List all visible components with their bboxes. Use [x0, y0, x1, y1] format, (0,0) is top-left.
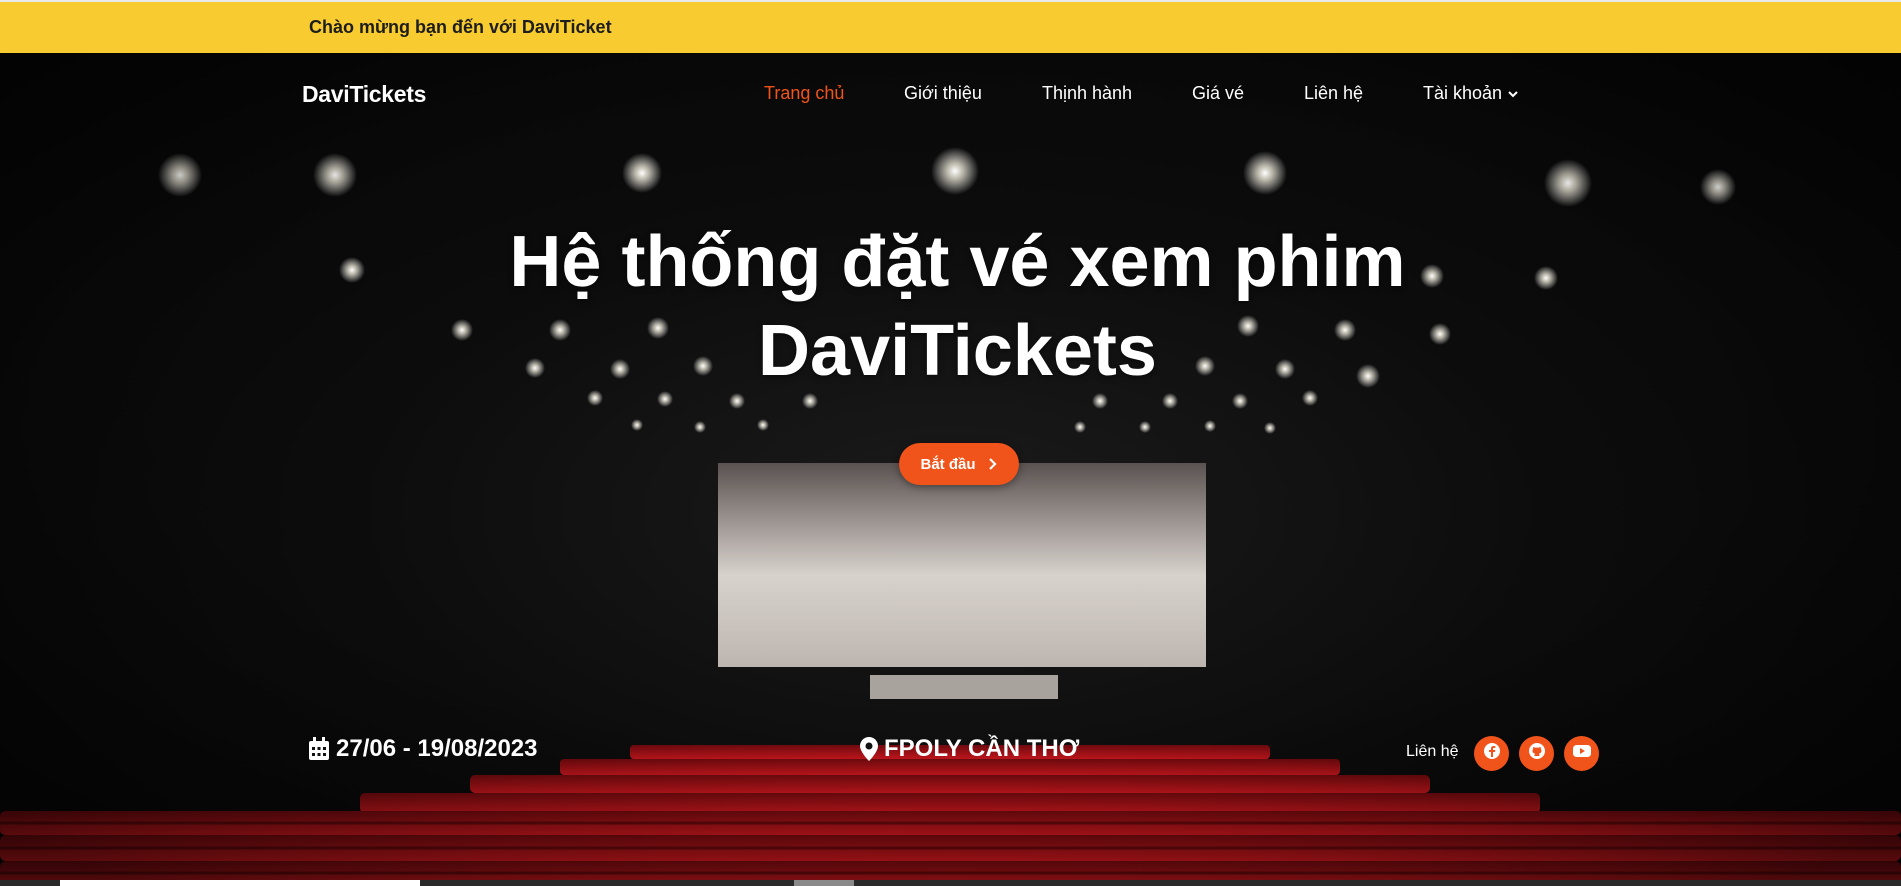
nav-about[interactable]: Giới thiệu: [904, 83, 982, 104]
map-pin-icon: [860, 737, 878, 761]
nav-contact[interactable]: Liên hệ: [1304, 83, 1363, 104]
hero-title-line2: DaviTickets: [758, 311, 1157, 391]
youtube-button[interactable]: [1564, 736, 1599, 771]
welcome-text: Chào mừng bạn đến với DaviTicket: [309, 17, 612, 37]
scrollbar-thumb[interactable]: [60, 880, 420, 886]
main-navbar: DaviTickets Trang chủ Giới thiệu Thịnh h…: [0, 53, 1901, 133]
event-date-text: 27/06 - 19/08/2023: [336, 735, 538, 762]
social-contact-label: Liên hệ: [1406, 743, 1459, 760]
chevron-down-icon: [1507, 84, 1519, 105]
event-date: 27/06 - 19/08/2023: [308, 735, 538, 763]
scrollbar-marker: [794, 880, 854, 886]
calendar-icon: [308, 737, 330, 761]
youtube-icon: [1572, 743, 1592, 764]
facebook-icon: [1483, 742, 1501, 765]
start-button[interactable]: Bắt đầu: [899, 443, 1019, 485]
nav-trending[interactable]: Thịnh hành: [1042, 83, 1132, 104]
event-location: FPOLY CẦN THƠ: [860, 735, 1079, 763]
nav-account[interactable]: Tài khoản: [1423, 83, 1519, 105]
chevron-right-icon: [988, 457, 998, 471]
start-button-label: Bắt đầu: [920, 455, 976, 473]
brand-logo[interactable]: DaviTickets: [302, 81, 426, 108]
github-icon: [1528, 742, 1546, 765]
nav-home[interactable]: Trang chủ: [764, 83, 844, 104]
nav-account-label: Tài khoản: [1423, 83, 1503, 103]
welcome-bar: Chào mừng bạn đến với DaviTicket: [0, 0, 1901, 53]
hero-title-line1: Hệ thống đặt vé xem phim: [509, 222, 1406, 302]
hero-title: Hệ thống đặt vé xem phim DaviTickets: [350, 218, 1565, 396]
nav-pricing[interactable]: Giá vé: [1192, 83, 1244, 104]
event-location-text: FPOLY CẦN THƠ: [884, 735, 1080, 762]
github-button[interactable]: [1519, 736, 1554, 771]
facebook-button[interactable]: [1474, 736, 1509, 771]
